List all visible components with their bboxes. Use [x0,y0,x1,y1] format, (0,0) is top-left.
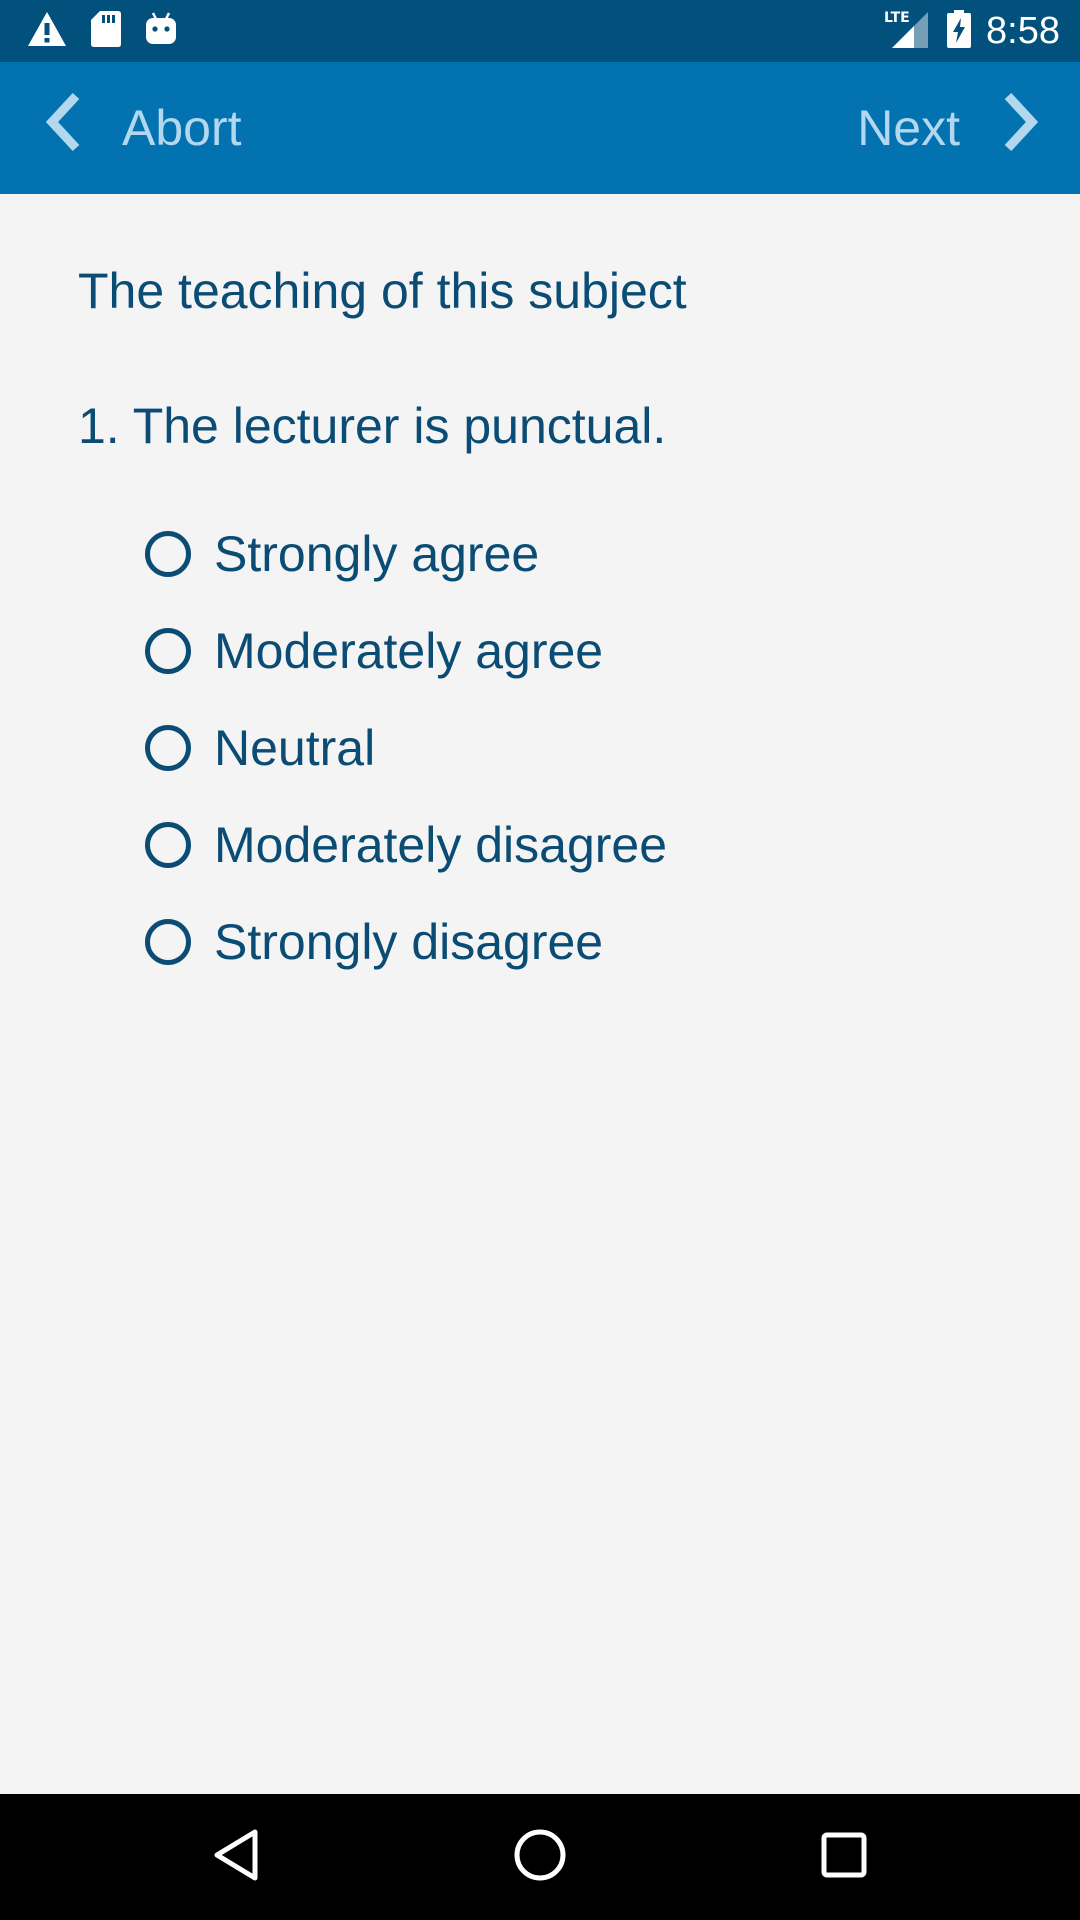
home-circle-icon [513,1828,567,1887]
battery-charging-icon [946,9,972,54]
back-triangle-icon [211,1828,261,1887]
system-recents-button[interactable] [784,1794,904,1920]
option-moderately-disagree[interactable]: Moderately disagree [145,796,667,893]
radio-button[interactable] [145,627,191,674]
app-bar: Abort Next [0,62,1080,194]
signal-icon: LTE [882,8,932,55]
recents-square-icon [820,1831,868,1884]
radio-button[interactable] [145,821,191,868]
status-notifications [26,10,178,53]
option-moderately-agree[interactable]: Moderately agree [145,602,667,699]
system-nav-bar [0,1794,1080,1920]
question-text: 1. The lecturer is punctual. [78,398,667,454]
status-system: LTE 8:58 [882,0,1060,62]
answer-options: Strongly agree Moderately agree Neutral … [145,505,667,990]
system-back-button[interactable] [176,1794,296,1920]
section-title: The teaching of this subject [78,263,687,319]
next-button[interactable]: Next [857,62,1040,194]
chevron-right-icon [1000,92,1040,164]
chevron-left-icon [44,92,84,164]
next-label: Next [857,100,960,156]
option-strongly-disagree[interactable]: Strongly disagree [145,893,667,990]
network-type-label: LTE [884,10,910,26]
clock: 8:58 [986,10,1060,52]
option-label: Strongly disagree [214,913,604,970]
option-strongly-agree[interactable]: Strongly agree [145,505,667,602]
option-label: Moderately disagree [214,816,668,873]
abort-label: Abort [122,100,242,156]
option-label: Neutral [214,719,376,776]
sd-card-icon [90,10,122,53]
system-home-button[interactable] [480,1794,600,1920]
option-label: Moderately agree [214,622,604,679]
option-label: Strongly agree [214,525,540,582]
abort-button[interactable]: Abort [44,62,242,194]
warning-icon [26,10,68,53]
option-neutral[interactable]: Neutral [145,699,667,796]
radio-button[interactable] [145,724,191,771]
status-bar: LTE 8:58 [0,0,1080,62]
android-icon [144,10,178,53]
radio-button[interactable] [145,530,191,577]
radio-button[interactable] [145,918,191,965]
